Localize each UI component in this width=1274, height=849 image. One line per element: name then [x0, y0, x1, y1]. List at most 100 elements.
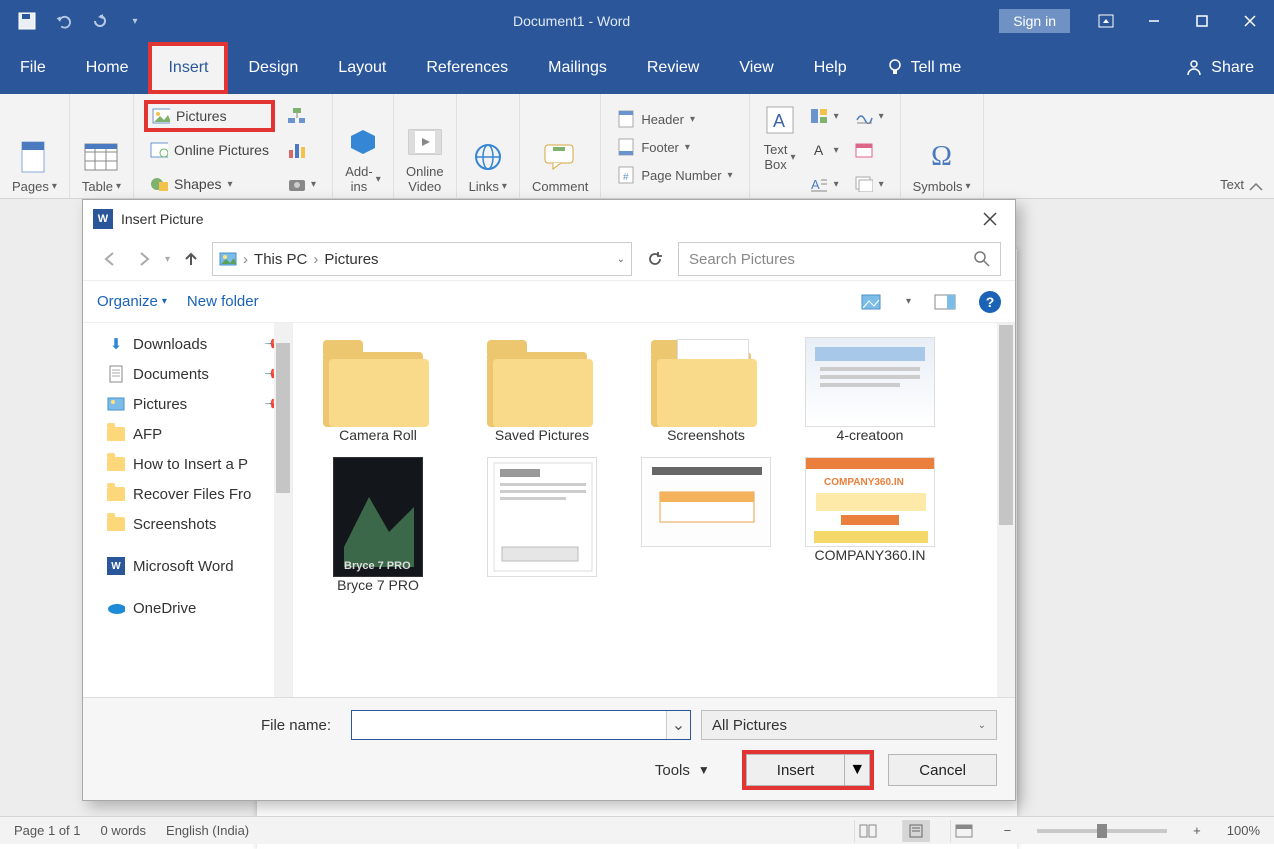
tree-item-recover[interactable]: Recover Files Fro	[83, 479, 292, 509]
ribbon-group-text: A Text Box▾ ▾ A▾ A▾ ▾ ▾	[750, 94, 901, 198]
file-item-doc2[interactable]	[627, 457, 785, 593]
zoom-in-icon[interactable]: +	[1187, 823, 1207, 838]
header-button[interactable]: Header▾	[613, 105, 699, 133]
tab-help[interactable]: Help	[794, 42, 867, 94]
address-bar[interactable]: › This PC › Pictures ⌄	[212, 242, 632, 276]
qat-dropdown-icon[interactable]: ▾	[126, 12, 144, 30]
tab-references[interactable]: References	[406, 42, 528, 94]
tree-item-screenshots[interactable]: Screenshots	[83, 509, 292, 539]
share-button[interactable]: Share	[1165, 59, 1274, 77]
page-number-button[interactable]: #Page Number▾	[613, 161, 736, 189]
close-icon[interactable]	[1226, 0, 1274, 42]
nav-recent-icon[interactable]: ▾	[165, 254, 170, 265]
signature-line-button[interactable]: ▾	[851, 102, 888, 130]
chart-button[interactable]	[283, 136, 320, 164]
ribbon-group-online-video[interactable]: Online Video	[394, 94, 457, 198]
collapse-ribbon-icon[interactable]	[1248, 182, 1264, 192]
zoom-out-icon[interactable]: −	[998, 823, 1018, 838]
zoom-level[interactable]: 100%	[1227, 823, 1260, 838]
read-mode-icon[interactable]	[854, 820, 882, 842]
file-item-company360[interactable]: COMPANY360.INCOMPANY360.IN	[791, 457, 949, 593]
dropcap-button[interactable]: A▾	[806, 170, 843, 198]
tree-item-downloads[interactable]: ⬇Downloads📌	[83, 329, 292, 359]
wordart-button[interactable]: A▾	[806, 136, 843, 164]
redo-icon[interactable]	[90, 12, 108, 30]
date-time-button[interactable]	[851, 136, 888, 164]
print-layout-icon[interactable]	[902, 820, 930, 842]
quick-parts-button[interactable]: ▾	[806, 102, 843, 130]
status-words[interactable]: 0 words	[101, 823, 147, 838]
tab-design[interactable]: Design	[228, 42, 318, 94]
maximize-icon[interactable]	[1178, 0, 1226, 42]
ribbon-group-table[interactable]: Table▾	[70, 94, 134, 198]
online-pictures-button[interactable]: Online Pictures	[146, 136, 273, 164]
pictures-icon	[107, 395, 125, 413]
nav-forward-icon[interactable]	[131, 246, 157, 272]
ribbon-group-addins[interactable]: Add- ins▾	[333, 94, 394, 198]
preview-pane-button[interactable]	[931, 291, 959, 313]
tree-item-onedrive[interactable]: OneDrive	[83, 593, 292, 623]
undo-icon[interactable]	[54, 12, 72, 30]
ribbon-group-comment[interactable]: Comment	[520, 94, 601, 198]
dialog-close-icon[interactable]	[975, 204, 1005, 234]
file-item-screenshots[interactable]: Screenshots	[627, 337, 785, 443]
file-type-filter[interactable]: All Pictures⌄	[701, 710, 997, 740]
zoom-slider[interactable]	[1037, 829, 1167, 833]
save-icon[interactable]	[18, 12, 36, 30]
tab-mailings[interactable]: Mailings	[528, 42, 627, 94]
tree-item-pictures[interactable]: Pictures📌	[83, 389, 292, 419]
tab-view[interactable]: View	[719, 42, 793, 94]
tell-me-search[interactable]: Tell me	[867, 58, 982, 78]
cancel-button[interactable]: Cancel	[888, 754, 997, 786]
status-page[interactable]: Page 1 of 1	[14, 823, 81, 838]
ribbon-group-links[interactable]: Links▾	[457, 94, 520, 198]
screenshot-button[interactable]: ▾	[283, 170, 320, 198]
ribbon-group-pages[interactable]: Pages▾	[0, 94, 70, 198]
pictures-button[interactable]: Pictures	[146, 102, 273, 130]
file-item-bryce[interactable]: Bryce 7 PROBryce 7 PRO	[299, 457, 457, 593]
help-icon[interactable]: ?	[979, 291, 1001, 313]
file-item-camera-roll[interactable]: Camera Roll	[299, 337, 457, 443]
view-mode-dropdown-icon[interactable]: ▾	[906, 296, 911, 307]
file-item-saved-pictures[interactable]: Saved Pictures	[463, 337, 621, 443]
tab-home[interactable]: Home	[66, 42, 149, 94]
ribbon-group-symbols[interactable]: Ω Symbols▾	[901, 94, 984, 198]
tab-insert[interactable]: Insert	[148, 42, 228, 94]
breadcrumb-pictures[interactable]: Pictures	[324, 251, 378, 268]
files-scrollbar[interactable]	[997, 323, 1015, 697]
search-input[interactable]: Search Pictures	[678, 242, 1001, 276]
tools-button[interactable]: Tools▼	[655, 762, 710, 779]
footer-button[interactable]: Footer▾	[613, 133, 694, 161]
file-name-dropdown-icon[interactable]: ⌄	[666, 711, 690, 739]
signin-button[interactable]: Sign in	[999, 9, 1070, 33]
file-item-doc1[interactable]	[463, 457, 621, 593]
organize-button[interactable]: Organize ▾	[97, 293, 167, 310]
web-layout-icon[interactable]	[950, 820, 978, 842]
insert-button[interactable]: Insert	[746, 754, 845, 786]
object-button[interactable]: ▾	[851, 170, 888, 198]
tree-item-documents[interactable]: Documents📌	[83, 359, 292, 389]
status-language[interactable]: English (India)	[166, 823, 249, 838]
tree-item-howto[interactable]: How to Insert a P	[83, 449, 292, 479]
smartart-button[interactable]	[283, 102, 320, 130]
file-name-input[interactable]: ⌄	[351, 710, 691, 740]
tree-item-afp[interactable]: AFP	[83, 419, 292, 449]
nav-up-icon[interactable]	[178, 246, 204, 272]
new-folder-button[interactable]: New folder	[187, 293, 259, 310]
file-item-4creatoon[interactable]: 4-creatoon	[791, 337, 949, 443]
folder-icon	[107, 455, 125, 473]
shapes-button[interactable]: Shapes▾	[146, 170, 273, 198]
tree-scrollbar[interactable]	[274, 323, 292, 697]
refresh-icon[interactable]	[640, 242, 670, 276]
minimize-icon[interactable]	[1130, 0, 1178, 42]
insert-dropdown-icon[interactable]: ▼	[844, 754, 870, 786]
breadcrumb-this-pc[interactable]: This PC	[254, 251, 307, 268]
tree-item-word[interactable]: WMicrosoft Word	[83, 551, 292, 581]
view-mode-button[interactable]	[858, 291, 886, 313]
tab-review[interactable]: Review	[627, 42, 719, 94]
ribbon-display-icon[interactable]	[1082, 0, 1130, 42]
tab-file[interactable]: File	[0, 42, 66, 94]
tab-layout[interactable]: Layout	[318, 42, 406, 94]
address-dropdown-icon[interactable]: ⌄	[617, 254, 625, 265]
nav-back-icon[interactable]	[97, 246, 123, 272]
